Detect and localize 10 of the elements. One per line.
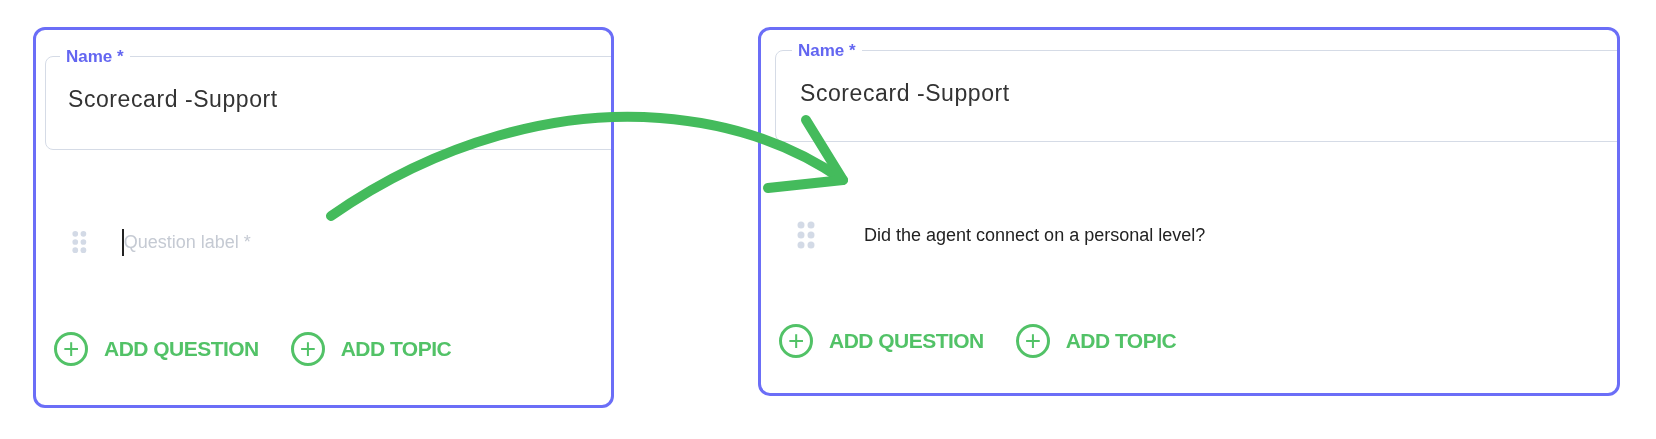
name-field[interactable]: Name * Scorecard -Support [45, 48, 611, 150]
drag-handle-icon[interactable] [797, 221, 815, 249]
add-button[interactable]: + ADD TOPIC [1015, 324, 1177, 358]
add-button[interactable]: + ADD QUESTION [779, 324, 984, 358]
drag-handle-icon[interactable] [72, 228, 87, 256]
add-button[interactable]: + ADD TOPIC [290, 332, 452, 366]
add-button[interactable]: + ADD QUESTION [54, 332, 259, 366]
question-input[interactable]: Question label * [121, 228, 611, 256]
name-field[interactable]: Name * Scorecard -Support [775, 42, 1617, 142]
question-input[interactable]: Did the agent connect on a personal level? [862, 221, 1462, 249]
